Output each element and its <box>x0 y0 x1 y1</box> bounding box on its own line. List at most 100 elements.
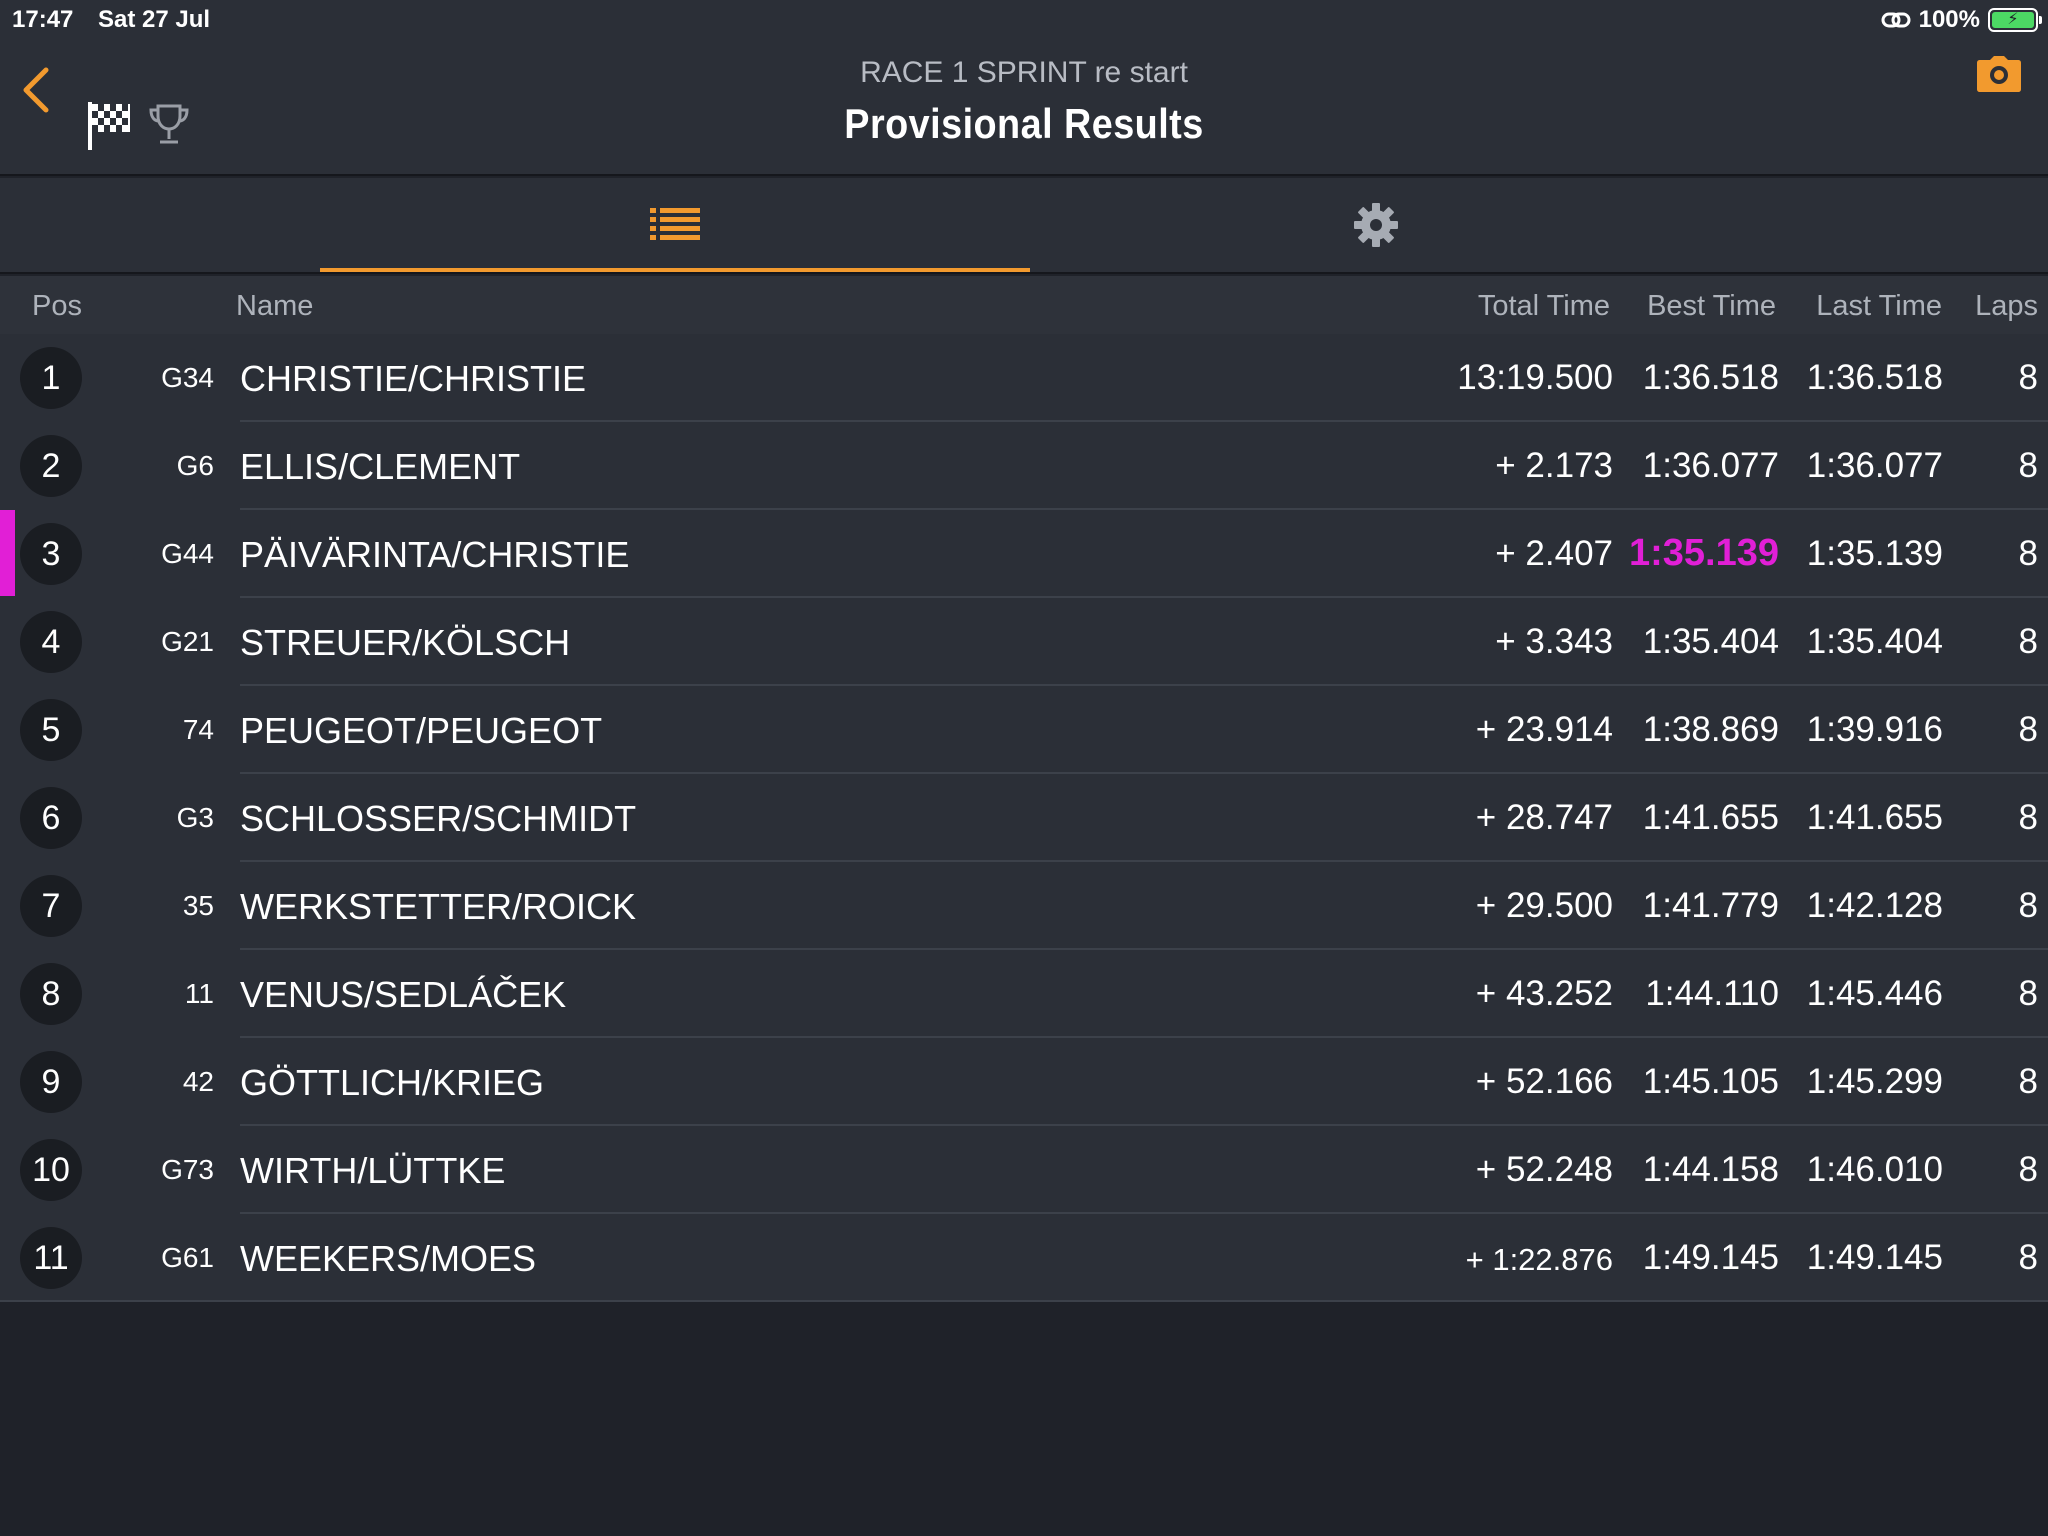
laps: 8 <box>2018 974 2038 1013</box>
best-time: 1:44.110 <box>1645 974 1779 1013</box>
total-time: + 28.747 <box>1475 798 1613 837</box>
table-row[interactable]: 7 35 WERKSTETTER/ROICK + 29.500 1:41.779… <box>0 862 2048 950</box>
gear-icon <box>1354 203 1398 247</box>
column-name: Name <box>236 290 314 322</box>
battery-percent: 100% <box>1918 6 1980 33</box>
header: RACE 1 SPRINT re start Provisional Resul… <box>0 40 2048 176</box>
position-badge: 9 <box>20 1051 82 1113</box>
driver-name: PÄIVÄRINTA/CHRISTIE <box>240 534 630 575</box>
best-time: 1:49.145 <box>1642 1238 1779 1277</box>
table-row[interactable]: 8 11 VENUS/SEDLÁČEK + 43.252 1:44.110 1:… <box>0 950 2048 1038</box>
battery-charging-icon: ⚡ <box>1988 8 2042 32</box>
car-number: 35 <box>182 890 214 921</box>
position-badge: 2 <box>20 435 82 497</box>
status-indicators: 100% ⚡ <box>1881 4 2042 36</box>
table-row[interactable]: 9 42 GÖTTLICH/KRIEG + 52.166 1:45.105 1:… <box>0 1038 2048 1126</box>
car-number: 74 <box>182 714 214 745</box>
last-time: 1:35.404 <box>1806 622 1943 661</box>
car-number: G34 <box>161 362 214 393</box>
tab-results-list[interactable] <box>320 178 1030 272</box>
car-number: G21 <box>161 626 214 657</box>
table-row[interactable]: 5 74 PEUGEOT/PEUGEOT + 23.914 1:38.869 1… <box>0 686 2048 774</box>
driver-name: ELLIS/CLEMENT <box>240 446 521 487</box>
view-tabs <box>0 178 2048 274</box>
laps: 8 <box>2018 798 2038 837</box>
last-time: 1:39.916 <box>1806 710 1943 749</box>
total-time: + 2.173 <box>1495 446 1613 485</box>
car-number: 11 <box>184 978 214 1009</box>
last-time: 1:35.139 <box>1806 534 1943 573</box>
position-badge: 6 <box>20 787 82 849</box>
race-subtitle: RACE 1 SPRINT re start <box>860 56 1188 89</box>
laps: 8 <box>2018 1238 2038 1277</box>
best-time: 1:41.779 <box>1642 886 1779 925</box>
column-pos: Pos <box>32 290 82 322</box>
total-time: + 52.248 <box>1475 1150 1613 1189</box>
driver-name: CHRISTIE/CHRISTIE <box>240 358 587 399</box>
total-time: + 29.500 <box>1475 886 1613 925</box>
position-badge: 3 <box>20 523 82 585</box>
fastest-lap-marker <box>0 510 15 596</box>
laps: 8 <box>2018 886 2038 925</box>
column-last-time: Last Time <box>1816 290 1942 322</box>
table-row[interactable]: 4 G21 STREUER/KÖLSCH + 3.343 1:35.404 1:… <box>0 598 2048 686</box>
table-row[interactable]: 10 G73 WIRTH/LÜTTKE + 52.248 1:44.158 1:… <box>0 1126 2048 1214</box>
best-time: 1:36.518 <box>1642 358 1779 397</box>
last-time: 1:46.010 <box>1806 1150 1943 1189</box>
laps: 8 <box>2018 622 2038 661</box>
status-bar: 17:47 Sat 27 Jul 100% ⚡ <box>0 0 2048 40</box>
laps: 8 <box>2018 534 2038 573</box>
last-time: 1:36.077 <box>1806 446 1943 485</box>
table-row[interactable]: 3 G44 PÄIVÄRINTA/CHRISTIE + 2.407 1:35.1… <box>0 510 2048 598</box>
position-badge: 4 <box>20 611 82 673</box>
driver-name: SCHLOSSER/SCHMIDT <box>240 798 637 839</box>
position-badge: 5 <box>20 699 82 761</box>
camera-button[interactable] <box>1976 54 2022 94</box>
best-time: 1:41.655 <box>1642 798 1779 837</box>
car-number: G6 <box>176 450 214 481</box>
status-time: 17:47 <box>12 6 74 33</box>
last-time: 1:36.518 <box>1806 358 1943 397</box>
table-row[interactable]: 1 G34 CHRISTIE/CHRISTIE 13:19.500 1:36.5… <box>0 334 2048 422</box>
results-table: 1 G34 CHRISTIE/CHRISTIE 13:19.500 1:36.5… <box>0 334 2048 1302</box>
total-time: + 23.914 <box>1475 710 1613 749</box>
best-time: 1:36.077 <box>1642 446 1779 485</box>
tab-settings[interactable] <box>1024 178 1728 272</box>
list-icon <box>650 208 700 240</box>
driver-name: WIRTH/LÜTTKE <box>240 1150 506 1191</box>
column-laps: Laps <box>1975 290 2038 322</box>
car-number: 42 <box>182 1066 214 1097</box>
best-time-fastest: 1:35.139 <box>1628 532 1779 574</box>
car-number: G44 <box>161 538 214 569</box>
driver-name: GÖTTLICH/KRIEG <box>240 1062 545 1103</box>
table-row[interactable]: 11 G61 WEEKERS/MOES + 1:22.876 1:49.145 … <box>0 1214 2048 1302</box>
total-time: + 2.407 <box>1495 534 1613 573</box>
last-time: 1:45.446 <box>1806 974 1943 1013</box>
laps: 8 <box>2018 358 2038 397</box>
laps: 8 <box>2018 1150 2038 1189</box>
table-row[interactable]: 2 G6 ELLIS/CLEMENT + 2.173 1:36.077 1:36… <box>0 422 2048 510</box>
results-table-header: Pos Name Total Time Best Time Last Time … <box>0 276 2048 334</box>
driver-name: VENUS/SEDLÁČEK <box>240 974 567 1015</box>
best-time: 1:38.869 <box>1642 710 1779 749</box>
laps: 8 <box>2018 710 2038 749</box>
car-number: G61 <box>161 1242 214 1273</box>
laps: 8 <box>2018 446 2038 485</box>
page-title: Provisional Results <box>844 100 1204 147</box>
position-badge: 1 <box>20 347 82 409</box>
total-time: + 52.166 <box>1475 1062 1613 1101</box>
position-badge: 8 <box>20 963 82 1025</box>
total-time: + 3.343 <box>1495 622 1613 661</box>
table-row[interactable]: 6 G3 SCHLOSSER/SCHMIDT + 28.747 1:41.655… <box>0 774 2048 862</box>
best-time: 1:45.105 <box>1642 1062 1779 1101</box>
best-time: 1:44.158 <box>1642 1150 1779 1189</box>
total-time: 13:19.500 <box>1457 358 1613 397</box>
last-time: 1:41.655 <box>1806 798 1943 837</box>
column-total-time: Total Time <box>1477 290 1610 322</box>
best-time: 1:35.404 <box>1642 622 1779 661</box>
last-time: 1:49.145 <box>1806 1238 1943 1277</box>
position-badge: 11 <box>20 1227 82 1289</box>
camera-icon <box>1977 56 2021 92</box>
status-date: Sat 27 Jul <box>98 6 211 33</box>
driver-name: STREUER/KÖLSCH <box>240 622 571 663</box>
